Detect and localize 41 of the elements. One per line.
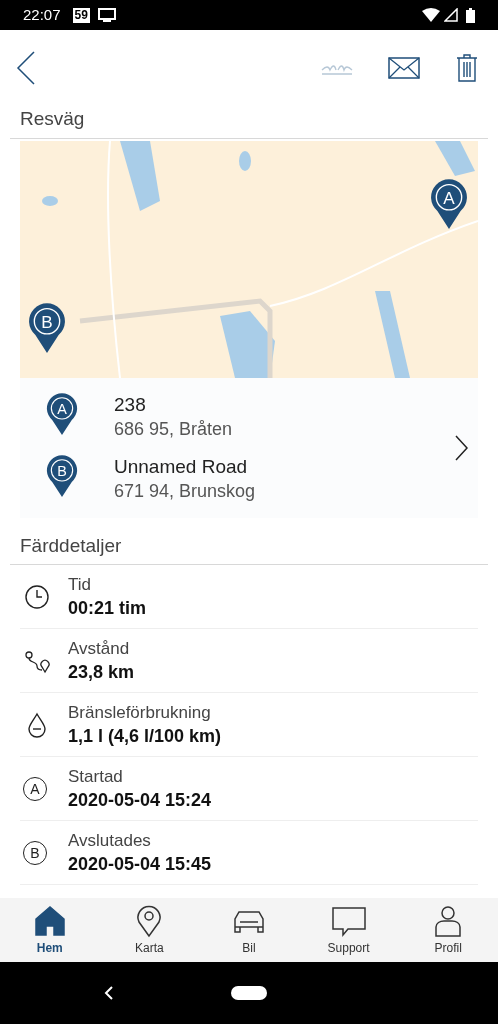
mail-icon [388,56,420,79]
detail-value: 2020-05-04 15:45 [68,852,212,876]
delete-button[interactable] [455,52,479,83]
map-marker: A [430,178,468,230]
address-place: 671 94, Brunskog [114,479,256,503]
nav-tab[interactable]: Bil [199,898,299,962]
address-place: 686 95, Bråten [114,417,233,441]
home-pill[interactable] [231,986,267,1000]
back-icon[interactable] [104,986,114,1000]
detail-label: Avslutades [68,829,152,852]
detail-value: 23,8 km [68,660,135,684]
section-title: Resväg [20,108,85,129]
back-icon [14,49,36,86]
map-marker: B [28,302,66,354]
address-pin: A [46,392,78,436]
trash-icon [456,53,478,82]
notification-badge: 59 [72,7,90,23]
back-button[interactable] [14,49,38,86]
nav-tab[interactable]: Profil [398,898,498,962]
detail-value: 1,1 l (4,6 l/100 km) [68,724,222,748]
chevron-right-icon [454,434,468,461]
nav-tab[interactable]: Support [298,898,399,962]
clock-icon [23,582,51,611]
detail-label: Startad [68,765,124,788]
section-title: Färddetaljer [20,534,122,556]
battery-icon [466,7,475,23]
detail-label: Bränsleförbrukning [68,701,212,724]
detail-value: 2020-05-04 15:24 [68,788,212,812]
status-time: 22:07 [23,4,61,25]
screen-icon [97,8,116,22]
wifi-icon [422,8,440,22]
address-street: Unnamed Road [114,454,249,479]
detail-label: Tid [68,573,92,596]
detail-value: 00:21 tim [68,596,147,620]
address-street: 238 [114,392,147,417]
address-card[interactable]: A 238 686 95, Bråten B Unnamed Road 671 94, Brunskog [20,377,478,518]
address-pin: B [46,454,78,498]
nav-tab[interactable]: Hem [0,898,100,962]
detail-label: Avstånd [68,637,131,660]
nav-tab[interactable]: Karta [99,898,200,962]
signal-icon [444,8,458,22]
